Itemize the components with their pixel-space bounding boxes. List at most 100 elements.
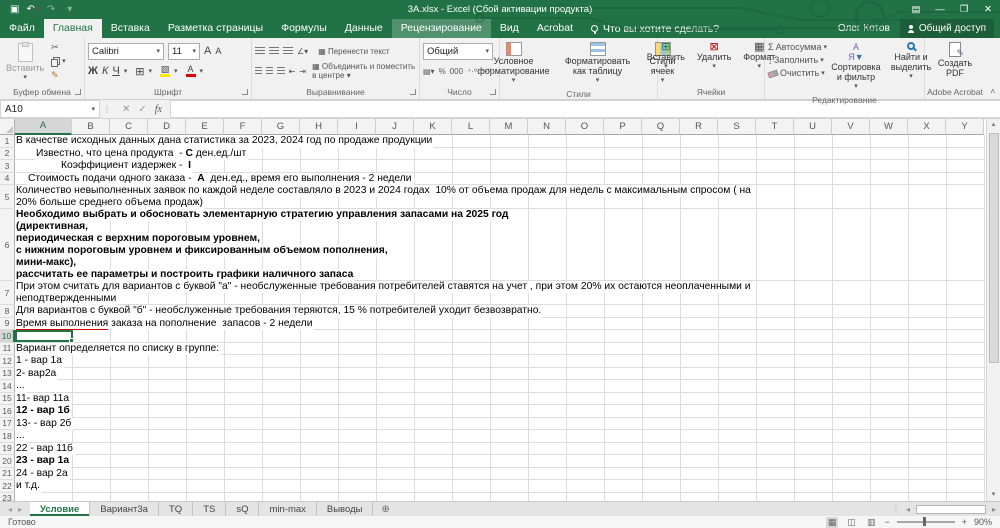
wrap-text-button[interactable]: ▦ Перенести текст	[318, 47, 389, 56]
insert-cells-button[interactable]: ⊞ Вставить ▾	[644, 41, 688, 73]
italic-button[interactable]: К	[102, 65, 108, 77]
row-header-10[interactable]: 10	[0, 330, 15, 342]
cut-button[interactable]: ✂	[51, 41, 66, 54]
row-header-18[interactable]: 18	[0, 430, 15, 442]
ribbon-display-options-icon[interactable]: ▤	[904, 0, 928, 19]
format-as-table-button[interactable]: Форматировать как таблицу ▾	[560, 41, 636, 87]
fill-handle[interactable]	[69, 337, 74, 343]
row-header-3[interactable]: 3	[0, 160, 15, 172]
row-cells-12[interactable]: 1 - вар 1а	[15, 355, 986, 368]
row-header-4[interactable]: 4	[0, 172, 15, 184]
row-header-6[interactable]: 6	[0, 209, 15, 280]
page-break-view-icon[interactable]: ▥	[865, 517, 878, 528]
increase-indent-icon[interactable]: ⇥	[299, 67, 306, 76]
sheet-tab-Вариант3а[interactable]: Вариант3а	[90, 502, 159, 516]
ribbon-tab-Данные[interactable]: Данные	[336, 19, 392, 38]
row-header-9[interactable]: 9	[0, 317, 15, 329]
row-header-5[interactable]: 5	[0, 185, 15, 208]
selected-cell-A10[interactable]	[15, 330, 74, 343]
scroll-up-icon[interactable]: ▴	[992, 119, 996, 131]
column-header-M[interactable]: M	[490, 119, 528, 135]
row-header-17[interactable]: 17	[0, 417, 15, 429]
tell-me[interactable]: Что вы хотите сделать?	[582, 19, 728, 38]
align-middle-icon[interactable]	[269, 47, 279, 55]
conditional-formatting-button[interactable]: Условное форматирование ▾	[472, 41, 556, 87]
column-header-B[interactable]: B	[72, 119, 110, 135]
new-sheet-button[interactable]: ⊕	[373, 502, 397, 516]
column-header-P[interactable]: P	[604, 119, 642, 135]
column-header-Q[interactable]: Q	[642, 119, 680, 135]
sheet-tab-TS[interactable]: TS	[193, 502, 227, 516]
row-cells-10[interactable]	[15, 330, 986, 343]
row-cells-5[interactable]: Количество невыполненных заявок по каждо…	[15, 185, 986, 209]
confirm-entry-icon[interactable]: ✓	[138, 104, 146, 115]
scroll-left-icon[interactable]: ◂	[906, 505, 910, 514]
row-cells-1[interactable]: В качестве исходных данных дана статисти…	[15, 135, 986, 148]
column-header-K[interactable]: K	[414, 119, 452, 135]
row-cells-7[interactable]: При этом считать для вариантов с буквой …	[15, 281, 986, 305]
font-dialog-launcher-icon[interactable]	[242, 89, 248, 95]
normal-view-icon[interactable]: ▦	[825, 516, 839, 528]
row-cells-16[interactable]: 12 - вар 1б	[15, 405, 986, 418]
worksheet[interactable]: ABCDEFGHIJKLMNOPQRSTUVWXY 1В качестве ис…	[0, 119, 986, 501]
row-cells-21[interactable]: 24 - вар 2а	[15, 467, 986, 480]
row-header-11[interactable]: 11	[0, 342, 15, 354]
ribbon-tab-Разметка страницы[interactable]: Разметка страницы	[159, 19, 272, 38]
horizontal-scrollbar[interactable]: ⋮ ◂ ▸	[892, 502, 1000, 516]
row-header-19[interactable]: 19	[0, 442, 15, 454]
name-box-splitter[interactable]: ⋮	[100, 100, 114, 118]
close-icon[interactable]: ✕	[976, 0, 1000, 19]
row-cells-8[interactable]: Для вариантов с буквой "б" - необслуженн…	[15, 305, 986, 318]
alignment-dialog-launcher-icon[interactable]	[410, 89, 416, 95]
row-cells-20[interactable]: 23 - вар 1а	[15, 455, 986, 468]
comma-style-button[interactable]: 000	[450, 67, 463, 76]
column-header-X[interactable]: X	[908, 119, 946, 135]
ribbon-tab-Формулы[interactable]: Формулы	[272, 19, 336, 38]
column-header-A[interactable]: A	[15, 119, 72, 135]
vertical-scrollbar[interactable]: ▴ ▾	[986, 119, 1000, 501]
row-cells-6[interactable]: Необходимо выбрать и обосновать элемента…	[15, 209, 986, 281]
zoom-level[interactable]: 90%	[974, 517, 992, 527]
sheet-tab-TQ[interactable]: TQ	[159, 502, 194, 516]
orientation-icon[interactable]: ∠▾	[297, 47, 308, 56]
number-dialog-launcher-icon[interactable]	[490, 89, 496, 95]
row-cells-4[interactable]: Стоимость подачи одного заказа - А ден.е…	[15, 172, 986, 185]
column-header-S[interactable]: S	[718, 119, 756, 135]
sheet-tab-Выводы[interactable]: Выводы	[317, 502, 374, 516]
align-top-icon[interactable]	[255, 47, 265, 55]
row-header-8[interactable]: 8	[0, 305, 15, 317]
accounting-format-icon[interactable]: ▤▾	[423, 67, 435, 76]
align-bottom-icon[interactable]	[283, 47, 293, 55]
row-cells-23[interactable]	[15, 492, 986, 501]
row-header-15[interactable]: 15	[0, 392, 15, 404]
column-header-T[interactable]: T	[756, 119, 794, 135]
column-header-E[interactable]: E	[186, 119, 224, 135]
row-cells-17[interactable]: 13- - вар 2б	[15, 417, 986, 430]
tab-split-handle[interactable]: ⋮	[892, 505, 900, 514]
row-cells-14[interactable]: ...	[15, 380, 986, 393]
row-cells-9[interactable]: Время выполнения заказа на пополнение за…	[15, 317, 986, 330]
decrease-indent-icon[interactable]: ⇤	[289, 67, 296, 76]
share-button[interactable]: Общий доступ	[899, 19, 994, 38]
column-header-F[interactable]: F	[224, 119, 262, 135]
vertical-scroll-thumb[interactable]	[988, 133, 999, 363]
font-color-button[interactable]: А	[185, 65, 196, 77]
underline-button[interactable]: Ч	[112, 65, 119, 77]
row-cells-11[interactable]: Вариант определяется по списку в группе:	[15, 342, 986, 355]
align-center-icon[interactable]	[266, 67, 274, 75]
row-cells-19[interactable]: 22 - вар 11б	[15, 442, 986, 455]
prev-sheet-icon[interactable]: ◂	[8, 505, 12, 514]
collapse-ribbon-icon[interactable]: ˄	[990, 87, 995, 96]
create-pdf-button[interactable]: Создать PDF	[930, 41, 981, 79]
shrink-font-button[interactable]: А	[215, 46, 221, 56]
row-header-23[interactable]: 23	[0, 492, 15, 501]
column-header-L[interactable]: L	[452, 119, 490, 135]
row-header-13[interactable]: 13	[0, 367, 15, 379]
clipboard-dialog-launcher-icon[interactable]	[75, 89, 81, 95]
borders-button[interactable]: ⊞	[135, 65, 144, 78]
fill-color-button[interactable]: ▨	[160, 65, 171, 77]
row-header-20[interactable]: 20	[0, 455, 15, 467]
ribbon-tab-Вставка[interactable]: Вставка	[102, 19, 159, 38]
row-cells-2[interactable]: Известно, что цена продукта - С ден.ед./…	[15, 147, 986, 160]
percent-style-button[interactable]: %	[439, 67, 446, 76]
